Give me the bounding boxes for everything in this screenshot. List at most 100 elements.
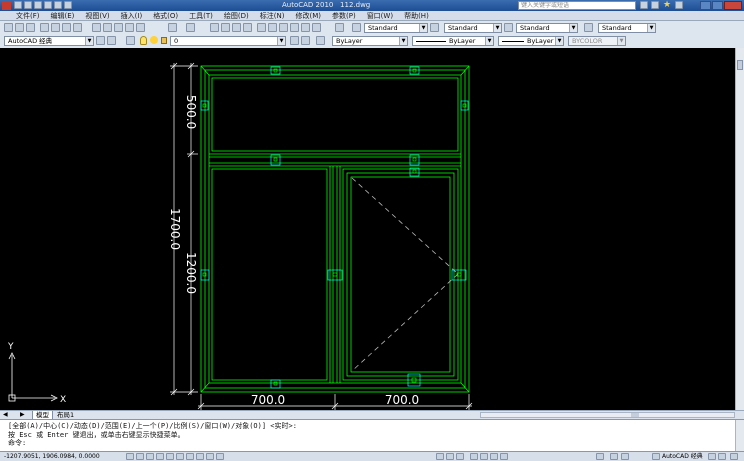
dim-style-select[interactable]: Standard ▼ — [444, 23, 502, 33]
snap-mode-icon[interactable] — [126, 453, 134, 460]
menu-window[interactable]: 窗口(W) — [367, 11, 393, 21]
layer-previous-icon[interactable] — [301, 36, 310, 45]
ortho-mode-icon[interactable] — [146, 453, 154, 460]
quick-access-new-icon[interactable] — [14, 1, 22, 9]
command-scrollbar[interactable] — [735, 420, 744, 451]
paste-icon[interactable] — [114, 23, 123, 32]
table-style-select[interactable]: Standard ▼ — [516, 23, 578, 33]
layer-manager-icon[interactable] — [126, 36, 135, 45]
menu-insert[interactable]: 插入(I) — [121, 11, 143, 21]
text-style-select[interactable]: Standard ▼ — [364, 23, 428, 33]
command-window[interactable]: [全部(A)/中心(C)/动态(D)/范围(E)/上一个(P)/比例(S)/窗口… — [0, 419, 744, 451]
tab-layout1[interactable]: 布局1 — [54, 411, 77, 419]
workspace-label[interactable]: AutoCAD 经典 — [662, 452, 703, 461]
lock-ui-icon[interactable] — [708, 453, 716, 460]
object-snap-icon[interactable] — [166, 453, 174, 460]
clean-screen-icon[interactable] — [730, 453, 738, 460]
zoom-realtime-icon[interactable] — [221, 23, 230, 32]
layer-freeze-sun-icon[interactable] — [150, 36, 158, 44]
menu-modify[interactable]: 修改(M) — [295, 11, 321, 21]
workspace-switch-icon[interactable] — [652, 453, 660, 460]
app-logo-icon[interactable] — [2, 1, 11, 10]
menu-dimension[interactable]: 标注(N) — [260, 11, 285, 21]
linetype-select[interactable]: ByLayer ▼ — [412, 36, 494, 46]
drawing-canvas[interactable]: 1700.0 500.0 1200.0 700.0 700.0 Y X — [0, 48, 735, 410]
search-icon[interactable] — [640, 1, 648, 9]
auto-scale-icon[interactable] — [621, 453, 629, 460]
color-select[interactable]: ByLayer ▼ — [332, 36, 408, 46]
lineweight-select[interactable]: ByLayer ▼ — [498, 36, 564, 46]
copy-icon[interactable] — [103, 23, 112, 32]
dynamic-input-icon[interactable] — [196, 453, 204, 460]
multileader-style-icon[interactable] — [584, 23, 593, 32]
quick-access-redo-icon[interactable] — [54, 1, 62, 9]
menu-tools[interactable]: 工具(T) — [189, 11, 213, 21]
pan-icon[interactable] — [210, 23, 219, 32]
dim-style-icon[interactable] — [430, 23, 439, 32]
redo-icon[interactable] — [186, 23, 195, 32]
quick-access-save-icon[interactable] — [34, 1, 42, 9]
layer-select[interactable]: 0 ▼ — [170, 36, 286, 46]
help-toolbar-icon[interactable] — [335, 23, 344, 32]
customize-icon[interactable] — [107, 36, 116, 45]
new-icon[interactable] — [4, 23, 13, 32]
coordinate-readout[interactable]: -1207.9051, 1906.0984, 0.0000 — [4, 452, 100, 461]
communication-center-icon[interactable] — [651, 1, 659, 9]
scroll-thumb[interactable] — [737, 60, 743, 70]
table-style-icon[interactable] — [504, 23, 513, 32]
menu-edit[interactable]: 编辑(E) — [51, 11, 75, 21]
make-object-layer-current-icon[interactable] — [290, 36, 299, 45]
annotation-visibility-icon[interactable] — [610, 453, 618, 460]
maximize-button[interactable] — [712, 1, 723, 10]
quickcalc-icon[interactable] — [312, 23, 321, 32]
print-icon[interactable] — [40, 23, 49, 32]
menu-format[interactable]: 格式(O) — [153, 11, 178, 21]
layer-states-icon[interactable] — [316, 36, 325, 45]
layer-lock-icon[interactable] — [161, 37, 167, 44]
tab-first-arrow-icon[interactable]: ◀ — [3, 411, 8, 419]
tool-palettes-icon[interactable] — [279, 23, 288, 32]
annotation-scale-icon[interactable] — [596, 453, 604, 460]
grid-display-icon[interactable] — [136, 453, 144, 460]
undo-icon[interactable] — [168, 23, 177, 32]
markup-icon[interactable] — [301, 23, 310, 32]
workspace-settings-icon[interactable] — [96, 36, 105, 45]
command-prompt[interactable]: 命令: — [8, 439, 744, 448]
workspace-select[interactable]: AutoCAD 经典 ▼ — [4, 36, 94, 46]
tab-next-arrow-icon[interactable]: ▶ — [20, 411, 25, 419]
quick-access-plot-icon[interactable] — [64, 1, 72, 9]
sheet-set-icon[interactable] — [290, 23, 299, 32]
publish-icon[interactable] — [62, 23, 71, 32]
menu-draw[interactable]: 绘图(D) — [224, 11, 249, 21]
object-snap-tracking-icon[interactable] — [176, 453, 184, 460]
quick-view-drawings-icon[interactable] — [456, 453, 464, 460]
open-icon[interactable] — [15, 23, 24, 32]
3d-print-icon[interactable] — [73, 23, 82, 32]
steeringwheel-icon[interactable] — [490, 453, 498, 460]
print-preview-icon[interactable] — [51, 23, 60, 32]
zoom-previous-icon[interactable] — [243, 23, 252, 32]
lineweight-toggle-icon[interactable] — [206, 453, 214, 460]
model-space-icon[interactable] — [436, 453, 444, 460]
close-button[interactable] — [724, 1, 742, 10]
isolate-objects-icon[interactable] — [718, 453, 726, 460]
menu-parametric[interactable]: 参数(P) — [332, 11, 356, 21]
multileader-style-select[interactable]: Standard ▼ — [598, 23, 656, 33]
save-icon[interactable] — [26, 23, 35, 32]
design-center-icon[interactable] — [268, 23, 277, 32]
favorites-star-icon[interactable]: ★ — [663, 0, 671, 10]
horizontal-scroll-thumb[interactable] — [631, 413, 639, 417]
showmotion-icon[interactable] — [500, 453, 508, 460]
properties-icon[interactable] — [257, 23, 266, 32]
quick-properties-icon[interactable] — [216, 453, 224, 460]
zoom-status-icon[interactable] — [480, 453, 488, 460]
match-properties-icon[interactable] — [125, 23, 134, 32]
quick-view-layouts-icon[interactable] — [446, 453, 454, 460]
help-search-input[interactable]: 键入关键字或短语 — [518, 1, 636, 10]
menu-help[interactable]: 帮助(H) — [404, 11, 429, 21]
zoom-window-icon[interactable] — [232, 23, 241, 32]
quick-access-open-icon[interactable] — [24, 1, 32, 9]
menu-view[interactable]: 视图(V) — [85, 11, 109, 21]
layer-on-bulb-icon[interactable] — [140, 36, 147, 45]
minimize-button[interactable] — [700, 1, 711, 10]
